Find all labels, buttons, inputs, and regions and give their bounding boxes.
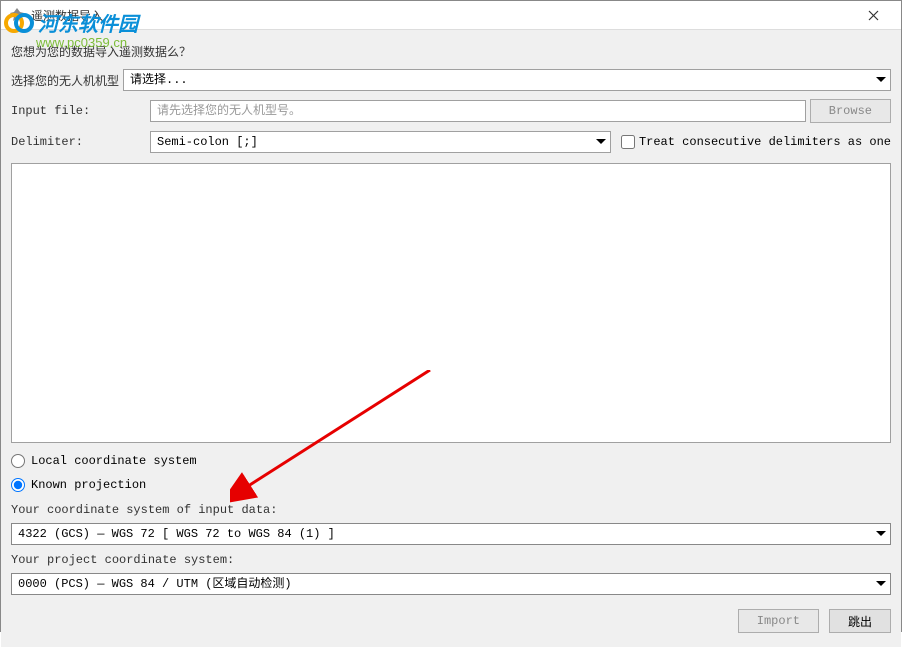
delimiter-row: Delimiter: Semi-colon [;] Treat consecut… xyxy=(11,129,891,155)
coord-project-label: Your project coordinate system: xyxy=(11,549,891,569)
input-file-label: Input file: xyxy=(11,104,146,118)
model-select[interactable]: 请选择... xyxy=(123,69,891,91)
coord-project-select[interactable]: 0000 (PCS) — WGS 84 / UTM (区域自动检测) xyxy=(11,573,891,595)
delimiter-label: Delimiter: xyxy=(11,135,146,149)
delimiter-select[interactable]: Semi-colon [;] xyxy=(150,131,611,153)
window-title: 遥测数据导入 xyxy=(31,7,853,24)
local-coord-radio-row: Local coordinate system xyxy=(11,451,891,471)
dialog-window: 遥测数据导入 您想为您的数据导入遥测数据么？ 选择您的无人机机型 请选择... … xyxy=(0,0,902,632)
import-button[interactable]: Import xyxy=(738,609,819,633)
button-bar: Import 跳出 xyxy=(11,599,891,637)
titlebar: 遥测数据导入 xyxy=(1,1,901,30)
coord-input-label: Your coordinate system of input data: xyxy=(11,499,891,519)
close-button[interactable] xyxy=(853,1,893,29)
browse-button[interactable]: Browse xyxy=(810,99,891,123)
question-text: 您想为您的数据导入遥测数据么？ xyxy=(11,40,891,63)
model-row: 选择您的无人机机型 请选择... xyxy=(11,67,891,93)
model-label: 选择您的无人机机型 xyxy=(11,72,119,89)
local-coord-radio[interactable] xyxy=(11,454,25,468)
coord-input-select[interactable]: 4322 (GCS) — WGS 72 [ WGS 72 to WGS 84 (… xyxy=(11,523,891,545)
known-projection-radio[interactable] xyxy=(11,478,25,492)
known-projection-label: Known projection xyxy=(31,478,146,492)
consecutive-delimiters-label: Treat consecutive delimiters as one xyxy=(639,135,891,149)
consecutive-delimiters-checkbox[interactable] xyxy=(621,135,635,149)
local-coord-label: Local coordinate system xyxy=(31,454,197,468)
input-file-field[interactable] xyxy=(150,100,806,122)
known-projection-radio-row: Known projection xyxy=(11,475,891,495)
data-preview-area xyxy=(11,163,891,443)
input-file-row: Input file: Browse xyxy=(11,97,891,125)
dialog-content: 您想为您的数据导入遥测数据么？ 选择您的无人机机型 请选择... Input f… xyxy=(1,30,901,647)
skip-button[interactable]: 跳出 xyxy=(829,609,891,633)
app-icon xyxy=(9,7,25,23)
